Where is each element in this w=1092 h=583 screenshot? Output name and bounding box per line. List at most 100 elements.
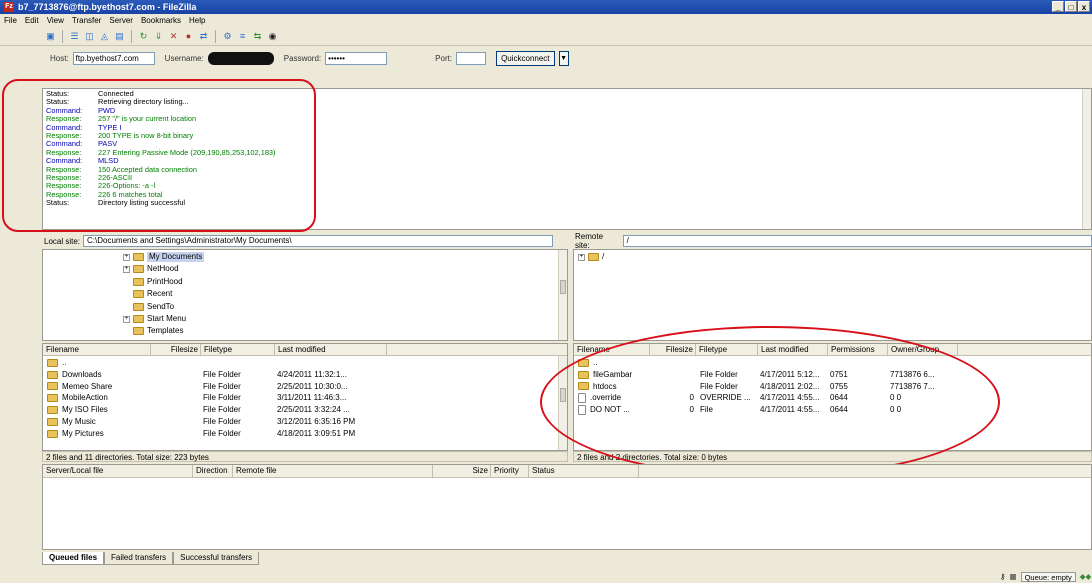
compare-icon[interactable]: ≡ — [236, 30, 249, 43]
local-tree-item-label: SendTo — [147, 301, 175, 311]
menu-edit[interactable]: Edit — [25, 16, 39, 25]
expand-icon[interactable]: + — [578, 253, 585, 261]
local-list-header: Filename Filesize Filetype Last modified — [43, 344, 567, 356]
tab-successful-transfers[interactable]: Successful transfers — [173, 552, 260, 565]
file-row[interactable]: My Music File Folder 3/12/2011 6:35:16 PM — [43, 417, 567, 427]
port-input[interactable] — [456, 51, 487, 65]
local-tree-item[interactable]: + NetHood — [123, 264, 179, 274]
toggle-log-icon[interactable]: ☰ — [68, 30, 81, 43]
local-file-list[interactable]: Filename Filesize Filetype Last modified… — [42, 343, 568, 451]
local-tree-item[interactable]: Recent — [123, 289, 172, 299]
local-tree-item-label: Recent — [147, 289, 173, 299]
status-bar: ⚷ ▦ Queue: empty ◆◆ — [1000, 571, 1091, 582]
folder-icon — [133, 315, 144, 323]
site-manager-icon[interactable]: ▣ — [44, 30, 57, 43]
column-direction[interactable]: Direction — [193, 465, 233, 477]
expand-icon[interactable]: + — [123, 265, 130, 273]
expand-icon[interactable]: + — [123, 315, 130, 323]
cell-modified: 3/12/2011 6:35:16 PM — [277, 417, 356, 426]
filter-icon[interactable]: ⚙ — [221, 30, 234, 43]
local-tree-item[interactable]: SendTo — [123, 302, 174, 312]
window-controls: _ □ x — [1052, 1, 1090, 12]
file-row[interactable]: MobileAction File Folder 3/11/2011 11:46:3… — [43, 393, 567, 403]
search-icon[interactable]: ◉ — [266, 30, 279, 43]
refresh-icon[interactable]: ↻ — [137, 30, 150, 43]
column-priority[interactable]: Priority — [491, 465, 529, 477]
reconnect-icon[interactable]: ⇄ — [197, 30, 210, 43]
quickconnect-dropdown-icon[interactable]: ▼ — [558, 50, 569, 66]
folder-icon — [133, 277, 144, 286]
quickconnect-button[interactable]: Quickconnect — [496, 50, 555, 66]
remote-tree-root-label: / — [602, 252, 605, 261]
port-label: Port: — [435, 53, 453, 63]
file-row[interactable]: My Pictures File Folder 4/18/2011 3:09:51 … — [43, 429, 567, 439]
file-row[interactable]: Downloads File Folder 4/24/2011 11:32:1... — [43, 370, 567, 380]
column-remote-file[interactable]: Remote file — [233, 465, 433, 477]
folder-icon — [47, 370, 58, 379]
local-tree-item-label: Start Menu — [147, 314, 187, 323]
minimize-button[interactable]: _ — [1052, 1, 1064, 12]
toolbar-separator — [215, 29, 216, 43]
maximize-button[interactable]: □ — [1065, 1, 1077, 12]
tab-queued-files[interactable]: Queued files — [42, 552, 105, 565]
file-row[interactable]: Memeo Share File Folder 2/25/2011 10:30:0.… — [43, 382, 567, 392]
column-size[interactable]: Size — [433, 465, 491, 477]
column-last-modified[interactable]: Last modified — [275, 344, 387, 356]
local-tree-item[interactable]: Templates — [123, 326, 183, 336]
menu-help[interactable]: Help — [189, 16, 205, 25]
folder-icon — [47, 429, 58, 438]
local-site-path[interactable]: C:\Documents and Settings\Administrator\… — [83, 235, 554, 247]
local-tree-scrollbar[interactable] — [558, 250, 567, 340]
folder-icon — [588, 253, 599, 261]
column-server-local-file[interactable]: Server/Local file — [43, 465, 193, 477]
transfer-queue[interactable]: Server/Local file Direction Remote file … — [42, 464, 1092, 550]
log-scrollbar[interactable] — [1082, 89, 1091, 229]
toggle-queue-icon[interactable]: ▤ — [113, 30, 126, 43]
close-button[interactable]: x — [1078, 1, 1090, 12]
column-status[interactable]: Status — [529, 465, 639, 477]
username-input-redacted[interactable] — [207, 51, 274, 65]
file-name: My Music — [62, 417, 96, 426]
toolbar-separator — [131, 29, 132, 43]
process-queue-icon[interactable]: ⇓ — [152, 30, 165, 43]
toggle-remote-tree-icon[interactable]: ◬ — [98, 30, 111, 43]
folder-icon — [133, 290, 144, 299]
file-row[interactable]: .. — [43, 358, 567, 368]
menu-server[interactable]: Server — [109, 16, 133, 25]
menu-bookmarks[interactable]: Bookmarks — [141, 16, 181, 25]
file-row[interactable]: My ISO Files File Folder 2/25/2011 3:32:24… — [43, 405, 567, 415]
menu-file[interactable]: File — [4, 16, 17, 25]
local-status: 2 files and 11 directories. Total size: … — [42, 451, 568, 462]
sync-browse-icon[interactable]: ⇆ — [251, 30, 264, 43]
local-tree-item[interactable]: PrintHood — [123, 277, 183, 287]
column-filetype[interactable]: Filetype — [201, 344, 275, 356]
remote-tree-root[interactable]: + / — [578, 252, 604, 262]
queue-header: Server/Local file Direction Remote file … — [43, 465, 1091, 478]
local-directory-tree[interactable]: + My Documents + NetHood PrintHood Recent Send… — [42, 249, 568, 341]
remote-directory-tree[interactable]: + / — [573, 249, 1092, 341]
menu-view[interactable]: View — [47, 16, 64, 25]
folder-icon — [47, 406, 58, 415]
folder-icon — [47, 358, 58, 367]
local-tree-item-label: Templates — [147, 326, 184, 336]
filezilla-icon: Fz — [4, 2, 14, 12]
toggle-local-tree-icon[interactable]: ◫ — [83, 30, 96, 43]
cancel-icon[interactable]: ✕ — [167, 30, 180, 43]
local-tree-item[interactable]: + Start Menu — [123, 314, 186, 324]
folder-icon — [133, 265, 144, 274]
local-site-bar: Local site: C:\Documents and Settings\Ad… — [42, 234, 568, 248]
tab-failed-transfers[interactable]: Failed transfers — [104, 552, 174, 565]
annotation-ellipse-log — [2, 79, 316, 232]
remote-site-path[interactable]: / — [622, 235, 1092, 247]
expand-icon[interactable]: + — [123, 253, 130, 261]
menu-transfer[interactable]: Transfer — [72, 16, 102, 25]
disconnect-icon[interactable]: ● — [182, 30, 195, 43]
column-filename[interactable]: Filename — [43, 344, 151, 356]
folder-icon — [47, 394, 58, 403]
host-input[interactable]: ftp.byethost7.com — [72, 51, 155, 65]
local-tree-item[interactable]: + My Documents — [123, 252, 205, 262]
cell-type: File Folder — [203, 393, 241, 403]
password-input[interactable]: •••••• — [325, 51, 388, 65]
column-filesize[interactable]: Filesize — [151, 344, 201, 356]
username-label: Username: — [164, 53, 204, 63]
